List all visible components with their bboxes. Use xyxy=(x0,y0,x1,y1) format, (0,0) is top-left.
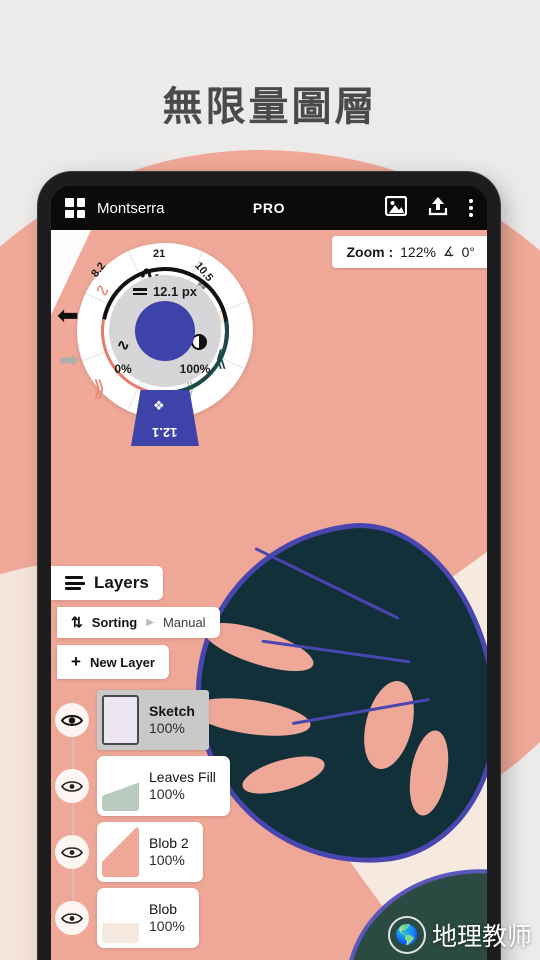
layer-name: Leaves Fill xyxy=(149,768,216,785)
list-item[interactable]: Leaves Fill 100% xyxy=(51,756,281,816)
brush-stroke-icon[interactable]: ⟫ xyxy=(93,376,105,402)
layer-thumbnail xyxy=(102,827,139,877)
jitter-icon[interactable]: ∿ xyxy=(117,336,130,354)
app-bar: Montserra PRO xyxy=(51,186,487,230)
list-item[interactable]: Blob 2 100% xyxy=(51,822,281,882)
page-headline: 無限量圖層 xyxy=(162,84,378,130)
app-bar-actions xyxy=(384,195,473,222)
layer-opacity: 100% xyxy=(149,720,185,736)
zoom-indicator[interactable]: Zoom : 122% ∡ 0° xyxy=(332,236,487,268)
angle-icon: ∡ xyxy=(442,244,455,259)
zoom-value: 122% xyxy=(400,244,436,260)
layers-header[interactable]: Layers xyxy=(51,566,163,600)
layer-opacity: 100% xyxy=(149,786,185,802)
eye-icon[interactable] xyxy=(55,769,89,803)
layer-thumbnail xyxy=(102,761,139,811)
pro-badge[interactable]: PRO xyxy=(253,200,285,216)
layer-list: Sketch 100% Leaves Fill 100% Blob 2 100%… xyxy=(51,690,281,948)
brush-size-readout[interactable]: 12.1 px xyxy=(65,284,265,299)
new-layer-button[interactable]: + New Layer xyxy=(57,645,169,679)
new-layer-label: New Layer xyxy=(89,654,155,670)
angle-value: 0° xyxy=(461,244,475,260)
redo-icon[interactable]: ➡ xyxy=(59,346,79,375)
zoom-label: Zoom : xyxy=(346,244,394,260)
phone-mockup: Montserra PRO Zoom: 122% ∡ 0° 8.2 ∿ 21 … xyxy=(38,172,500,960)
layer-card[interactable]: Blob 100% xyxy=(97,888,199,948)
sorting-button[interactable]: ⇅ Sorting ▶ Manual xyxy=(57,607,220,638)
sorting-value: Manual xyxy=(162,615,206,630)
watermark-text: 地理教师 xyxy=(431,922,532,951)
color-swatch[interactable] xyxy=(135,301,195,361)
layer-thumbnail xyxy=(102,893,139,943)
opacity-max-value[interactable]: 100% xyxy=(169,362,221,376)
layer-name: Blob 2 xyxy=(149,834,189,851)
phone-screen: Montserra PRO Zoom: 122% ∡ 0° 8.2 ∿ 21 … xyxy=(51,186,487,960)
image-icon[interactable] xyxy=(384,195,408,221)
layer-name: Sketch xyxy=(149,702,195,719)
layer-opacity: 100% xyxy=(149,918,185,934)
eye-icon[interactable] xyxy=(55,835,89,869)
list-item[interactable]: Sketch 100% xyxy=(51,690,281,750)
undo-icon[interactable]: ➡ xyxy=(57,300,79,331)
plus-icon: + xyxy=(71,652,81,671)
globe-icon: 🌎 xyxy=(387,916,426,954)
drawing-canvas[interactable]: Zoom : 122% ∡ 0° 8.2 ∿ 21 ∿ 10.5 ⟪ ⟪ ⟫ ⟫… xyxy=(51,230,487,960)
brush-tab-value: 12.1 xyxy=(152,425,178,440)
wheel-segment-label-2[interactable]: 21 xyxy=(153,248,165,260)
opacity-min-value[interactable]: 0% xyxy=(101,362,145,376)
layer-opacity: 100% xyxy=(149,852,185,868)
more-vertical-icon[interactable] xyxy=(469,199,473,217)
brush-size-value: 12.1 px xyxy=(152,284,198,299)
layer-card[interactable]: Sketch 100% xyxy=(97,690,209,750)
grid-icon[interactable] xyxy=(65,198,85,218)
watermark: 🌎 地理教师 xyxy=(387,916,532,954)
layers-title: Layers xyxy=(94,573,149,592)
layer-thumbnail xyxy=(102,695,139,745)
chevron-right-icon: ▶ xyxy=(146,617,154,628)
document-title[interactable]: Montserra xyxy=(97,200,165,217)
brush-preview-tab[interactable]: ❖ 12.1 xyxy=(131,390,199,446)
radial-brush-wheel[interactable]: 8.2 ∿ 21 ∿ 10.5 ❖ ⟪ ⟪ ⟫ ⟫ 12.1 px ∿ xyxy=(57,238,265,448)
layers-panel[interactable]: Layers ⇅ Sorting ▶ Manual + New Layer Sk… xyxy=(51,566,281,956)
list-item[interactable]: Blob 100% xyxy=(51,888,281,948)
line-weight-icon xyxy=(132,288,147,295)
upload-icon[interactable] xyxy=(427,195,449,222)
layers-menu-icon xyxy=(65,576,85,590)
eye-icon[interactable] xyxy=(55,703,89,737)
layer-name: Blob xyxy=(149,900,178,917)
eye-icon[interactable] xyxy=(55,901,89,935)
layer-card[interactable]: Leaves Fill 100% xyxy=(97,756,230,816)
layer-card[interactable]: Blob 2 100% xyxy=(97,822,203,882)
sorting-label: Sorting xyxy=(91,615,138,630)
sort-icon: ⇅ xyxy=(71,614,83,630)
brush-tip-icon: ❖ xyxy=(153,398,165,413)
